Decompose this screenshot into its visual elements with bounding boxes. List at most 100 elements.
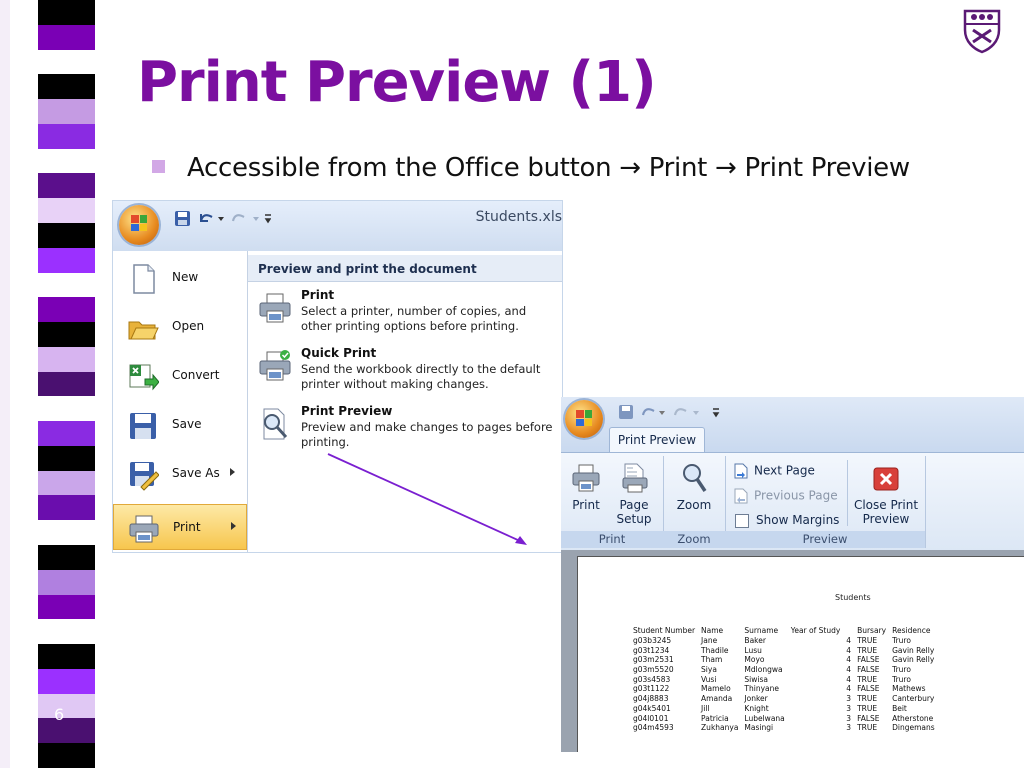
stripe	[38, 322, 95, 348]
table-cell: Thadile	[701, 645, 729, 655]
previous-page-button[interactable]: Previous Page	[733, 488, 838, 504]
table-cell: Siya	[701, 665, 717, 675]
table-cell: FALSE	[857, 665, 880, 675]
print-button[interactable]: Print	[567, 462, 605, 512]
submenu-arrow-icon	[230, 468, 235, 476]
table-cell: Beit	[892, 703, 907, 713]
table-cell: 3	[846, 694, 852, 704]
open-folder-icon	[128, 321, 159, 340]
table-cell: Thinyane	[744, 684, 779, 694]
table-cell: Mathews	[892, 684, 926, 694]
stripe	[38, 718, 95, 745]
table-row: g03m2531 Tham Moyo 4 FALSE Gavin Relly	[630, 655, 938, 665]
office-logo-icon	[576, 410, 592, 426]
tab-print-preview[interactable]: Print Preview	[609, 427, 705, 452]
submenu-item-title: Print Preview	[301, 404, 393, 418]
table-cell: 4	[846, 674, 852, 684]
menu-item-new[interactable]: New	[113, 255, 247, 301]
table-cell: FALSE	[857, 713, 880, 723]
submenu-item-print[interactable]: Print Select a printer, number of copies…	[248, 287, 562, 343]
table-cell: Zukhanya	[701, 723, 739, 733]
sheet-title: Students	[835, 593, 871, 602]
page-setup-button[interactable]: Page Setup	[611, 462, 657, 526]
header-cell: Year of Study	[790, 626, 841, 636]
menu-item-convert[interactable]: Convert	[113, 353, 247, 399]
submenu-heading-text: Preview and print the document	[258, 262, 477, 276]
table-cell: 3	[846, 723, 852, 733]
magnifier-icon	[683, 464, 707, 492]
show-margins-checkbox[interactable]: Show Margins	[733, 513, 839, 528]
close-preview-label-line2: Preview	[862, 512, 910, 526]
document-title: Students.xls	[475, 209, 562, 225]
menu-item-print[interactable]: Print	[113, 504, 247, 550]
submenu-item-quick-print[interactable]: Quick Print Send the workbook directly t…	[248, 345, 562, 401]
save-as-icon	[130, 462, 159, 491]
menu-item-label: Open	[172, 319, 205, 333]
decorative-stripe-bar	[38, 0, 95, 768]
table-header-row: Student Number Name Surname Year of Study Bu…	[630, 626, 938, 636]
table-row: g04l0101 Patricia Lubelwana 3 FALSE Atherston…	[630, 713, 938, 723]
quick-access-icons	[619, 405, 720, 419]
page-setup-label-line2: Setup	[616, 512, 652, 526]
table-cell: Gavin Relly	[892, 645, 935, 655]
preview-page: Students Student Number Name Surname Year o…	[577, 556, 1024, 752]
table-cell: Gavin Relly	[892, 655, 935, 665]
stripe	[38, 99, 95, 125]
zoom-button[interactable]: Zoom	[673, 462, 715, 512]
group-print: Print Page Setup Print	[561, 456, 664, 548]
submenu-item-print-preview[interactable]: Print Preview Preview and make changes t…	[248, 403, 562, 459]
stripe	[38, 396, 95, 423]
checkbox-icon[interactable]	[735, 513, 749, 528]
table-cell: Lubelwana	[744, 713, 785, 723]
group-label-zoom: Zoom	[663, 531, 725, 548]
menu-item-save-as[interactable]: Save As	[113, 451, 247, 497]
office-button[interactable]	[119, 205, 159, 245]
office-logo-icon	[131, 215, 147, 231]
stripe	[38, 594, 95, 621]
menu-item-label: Save	[172, 417, 202, 431]
stripe	[38, 668, 95, 695]
next-page-button[interactable]: Next Page	[733, 463, 815, 479]
stripe	[38, 644, 95, 670]
magnifier-page-icon	[263, 408, 288, 440]
table-cell: TRUE	[857, 674, 878, 684]
submenu-heading: Preview and print the document	[248, 255, 562, 282]
table-cell: 3	[846, 713, 852, 723]
stripe	[38, 421, 95, 447]
stripe	[38, 371, 95, 398]
ribbon-body: Print Page Setup Print Zoom Zoom Next Pa…	[561, 452, 1024, 551]
preview-group-divider	[847, 460, 848, 526]
table-cell: Knight	[744, 703, 769, 713]
stripe	[38, 222, 95, 249]
table-cell: Dingemans	[892, 723, 935, 733]
menu-item-save[interactable]: Save	[113, 402, 247, 448]
submenu-item-description: Select a printer, number of copies, and …	[301, 304, 527, 333]
table-cell: TRUE	[857, 636, 878, 646]
print-preview-screenshot: Print Preview Print Page Setup Print Zoo…	[561, 397, 1024, 752]
group-label-print: Print	[561, 531, 663, 548]
quick-access-toolbar: Students.xls	[113, 201, 562, 251]
save-disk-icon	[130, 413, 156, 439]
close-print-preview-button[interactable]: Close Print Preview	[851, 462, 921, 526]
table-cell: Mdlongwa	[744, 665, 783, 675]
table-cell	[788, 655, 844, 665]
stripe	[38, 247, 95, 274]
table-row: g04k5401 Jill Knight 3 TRUE Beit	[630, 704, 938, 714]
stripe	[38, 272, 95, 299]
new-document-icon	[133, 264, 155, 294]
ribbon-title-bar: Print Preview	[561, 397, 1024, 452]
table-cell: 4	[846, 665, 852, 675]
table-cell: 3	[846, 703, 852, 713]
stripe	[38, 173, 95, 200]
page-setup-label-line1: Page	[619, 498, 649, 512]
convert-excel-icon	[129, 364, 159, 391]
office-menu-left-column: New Open Convert Save Save As Print	[113, 251, 248, 552]
table-cell: 4	[846, 645, 852, 655]
stripe	[38, 74, 95, 101]
office-button[interactable]	[565, 400, 603, 438]
table-cell	[788, 636, 844, 646]
table-cell: Baker	[744, 636, 766, 646]
previous-page-label: Previous Page	[754, 488, 838, 503]
menu-item-open[interactable]: Open	[113, 304, 247, 350]
table-cell	[788, 694, 844, 704]
